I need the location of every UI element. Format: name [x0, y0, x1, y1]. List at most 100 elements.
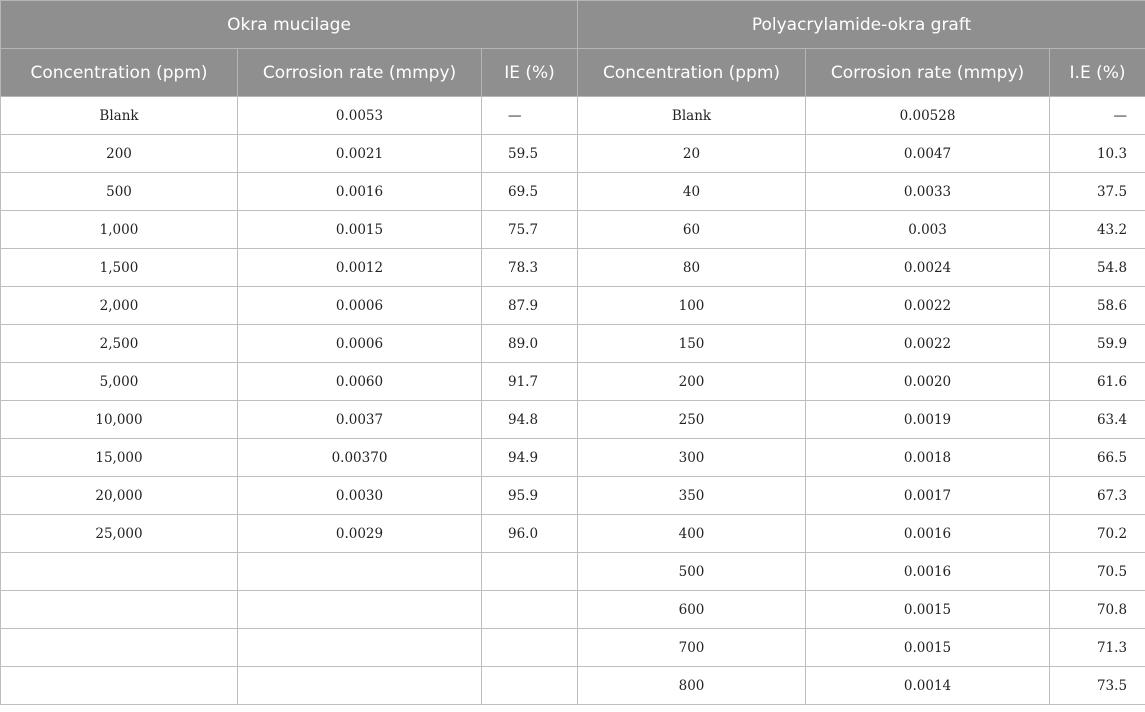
cell-ie-graft: —	[1049, 96, 1145, 135]
table-row: 20,000 0.0030 95.9 350 0.0017 67.3	[0, 476, 1145, 515]
table-row: 2,500 0.0006 89.0 150 0.0022 59.9	[0, 324, 1145, 363]
table-row: 1,500 0.0012 78.3 80 0.0024 54.8	[0, 248, 1145, 287]
table-row: 800 0.0014 73.5	[0, 666, 1145, 705]
cell-corrosion-rate-graft: 0.0016	[805, 514, 1051, 553]
cell-corrosion-rate-okra: 0.0060	[237, 362, 482, 401]
cell-ie-graft: 43.2	[1049, 210, 1145, 249]
cell-corrosion-rate-okra	[237, 628, 482, 667]
cell-ie-okra	[480, 590, 579, 629]
cell-concentration-graft: 200	[577, 362, 807, 401]
cell-ie-okra: 91.7	[480, 362, 579, 401]
cell-concentration-graft: 80	[577, 248, 807, 287]
cell-ie-okra: 69.5	[480, 172, 579, 211]
cell-ie-okra: —	[480, 96, 579, 135]
cell-ie-graft: 59.9	[1049, 324, 1145, 363]
cell-concentration-graft: 300	[577, 438, 807, 477]
column-header-concentration-okra: Concentration (ppm)	[0, 48, 238, 97]
column-header-corrosion-rate-graft: Corrosion rate (mmpy)	[805, 48, 1051, 97]
cell-concentration-graft: 100	[577, 286, 807, 325]
cell-concentration-okra: 25,000	[0, 514, 238, 553]
cell-concentration-graft: 800	[577, 666, 807, 705]
cell-concentration-okra: 1,500	[0, 248, 238, 287]
cell-ie-okra	[480, 666, 579, 705]
cell-concentration-okra	[0, 628, 238, 667]
cell-ie-graft: 70.2	[1049, 514, 1145, 553]
cell-concentration-graft: 20	[577, 134, 807, 173]
cell-ie-graft: 37.5	[1049, 172, 1145, 211]
cell-ie-okra: 75.7	[480, 210, 579, 249]
table-row: 500 0.0016 69.5 40 0.0033 37.5	[0, 172, 1145, 211]
column-header-concentration-graft: Concentration (ppm)	[577, 48, 807, 97]
cell-concentration-okra	[0, 666, 238, 705]
cell-concentration-okra: 500	[0, 172, 238, 211]
cell-ie-okra	[480, 628, 579, 667]
cell-concentration-okra: 1,000	[0, 210, 238, 249]
table-row: 5,000 0.0060 91.7 200 0.0020 61.6	[0, 362, 1145, 401]
table-row: 15,000 0.00370 94.9 300 0.0018 66.5	[0, 438, 1145, 477]
cell-ie-okra: 94.8	[480, 400, 579, 439]
table-row: 500 0.0016 70.5	[0, 552, 1145, 591]
cell-concentration-okra: 5,000	[0, 362, 238, 401]
cell-corrosion-rate-okra: 0.00370	[237, 438, 482, 477]
column-header-row: Concentration (ppm) Corrosion rate (mmpy…	[0, 48, 1145, 97]
cell-ie-okra	[480, 552, 579, 591]
cell-corrosion-rate-okra: 0.0053	[237, 96, 482, 135]
cell-concentration-graft: 40	[577, 172, 807, 211]
cell-corrosion-rate-graft: 0.0016	[805, 552, 1051, 591]
cell-concentration-okra: Blank	[0, 96, 238, 135]
cell-corrosion-rate-graft: 0.0047	[805, 134, 1051, 173]
cell-corrosion-rate-okra: 0.0037	[237, 400, 482, 439]
cell-corrosion-rate-graft: 0.0020	[805, 362, 1051, 401]
cell-concentration-graft: 700	[577, 628, 807, 667]
cell-ie-okra: 94.9	[480, 438, 579, 477]
cell-corrosion-rate-okra: 0.0015	[237, 210, 482, 249]
column-header-ie-okra: IE (%)	[480, 48, 579, 97]
cell-ie-okra: 96.0	[480, 514, 579, 553]
cell-concentration-graft: Blank	[577, 96, 807, 135]
cell-ie-graft: 61.6	[1049, 362, 1145, 401]
cell-ie-okra: 89.0	[480, 324, 579, 363]
cell-ie-graft: 71.3	[1049, 628, 1145, 667]
group-header-polyacrylamide-okra-graft: Polyacrylamide-okra graft	[577, 0, 1145, 49]
cell-concentration-okra: 10,000	[0, 400, 238, 439]
table-row: 10,000 0.0037 94.8 250 0.0019 63.4	[0, 400, 1145, 439]
cell-corrosion-rate-graft: 0.0024	[805, 248, 1051, 287]
cell-ie-okra: 87.9	[480, 286, 579, 325]
cell-corrosion-rate-graft: 0.0014	[805, 666, 1051, 705]
cell-ie-okra: 59.5	[480, 134, 579, 173]
cell-corrosion-rate-graft: 0.003	[805, 210, 1051, 249]
cell-corrosion-rate-okra: 0.0006	[237, 324, 482, 363]
table-header: Okra mucilage Polyacrylamide-okra graft …	[0, 0, 1145, 97]
cell-ie-okra: 78.3	[480, 248, 579, 287]
cell-corrosion-rate-graft: 0.0019	[805, 400, 1051, 439]
cell-ie-graft: 63.4	[1049, 400, 1145, 439]
cell-corrosion-rate-okra: 0.0030	[237, 476, 482, 515]
table-body: Blank 0.0053— Blank 0.00528—200 0.0021 59.5 20…	[0, 96, 1145, 705]
cell-corrosion-rate-okra: 0.0021	[237, 134, 482, 173]
table-row: Blank 0.0053— Blank 0.00528—	[0, 96, 1145, 135]
group-header-okra-mucilage: Okra mucilage	[0, 0, 579, 49]
cell-corrosion-rate-okra	[237, 666, 482, 705]
cell-ie-graft: 66.5	[1049, 438, 1145, 477]
table-row: 700 0.0015 71.3	[0, 628, 1145, 667]
cell-concentration-okra	[0, 590, 238, 629]
cell-concentration-graft: 400	[577, 514, 807, 553]
cell-corrosion-rate-graft: 0.0015	[805, 590, 1051, 629]
column-header-ie-graft: I.E (%)	[1049, 48, 1145, 97]
table-row: 1,000 0.0015 75.7 60 0.003 43.2	[0, 210, 1145, 249]
cell-concentration-okra	[0, 552, 238, 591]
cell-corrosion-rate-okra: 0.0029	[237, 514, 482, 553]
table-row: 2,000 0.0006 87.9 100 0.0022 58.6	[0, 286, 1145, 325]
cell-concentration-okra: 15,000	[0, 438, 238, 477]
cell-concentration-graft: 60	[577, 210, 807, 249]
cell-corrosion-rate-graft: 0.0018	[805, 438, 1051, 477]
cell-corrosion-rate-okra: 0.0006	[237, 286, 482, 325]
cell-corrosion-rate-graft: 0.0017	[805, 476, 1051, 515]
table-row: 200 0.0021 59.5 20 0.0047 10.3	[0, 134, 1145, 173]
cell-concentration-okra: 2,000	[0, 286, 238, 325]
cell-ie-graft: 10.3	[1049, 134, 1145, 173]
cell-corrosion-rate-graft: 0.0033	[805, 172, 1051, 211]
cell-corrosion-rate-graft: 0.00528	[805, 96, 1051, 135]
inhibition-table: Okra mucilage Polyacrylamide-okra graft …	[0, 0, 1145, 705]
cell-concentration-graft: 350	[577, 476, 807, 515]
